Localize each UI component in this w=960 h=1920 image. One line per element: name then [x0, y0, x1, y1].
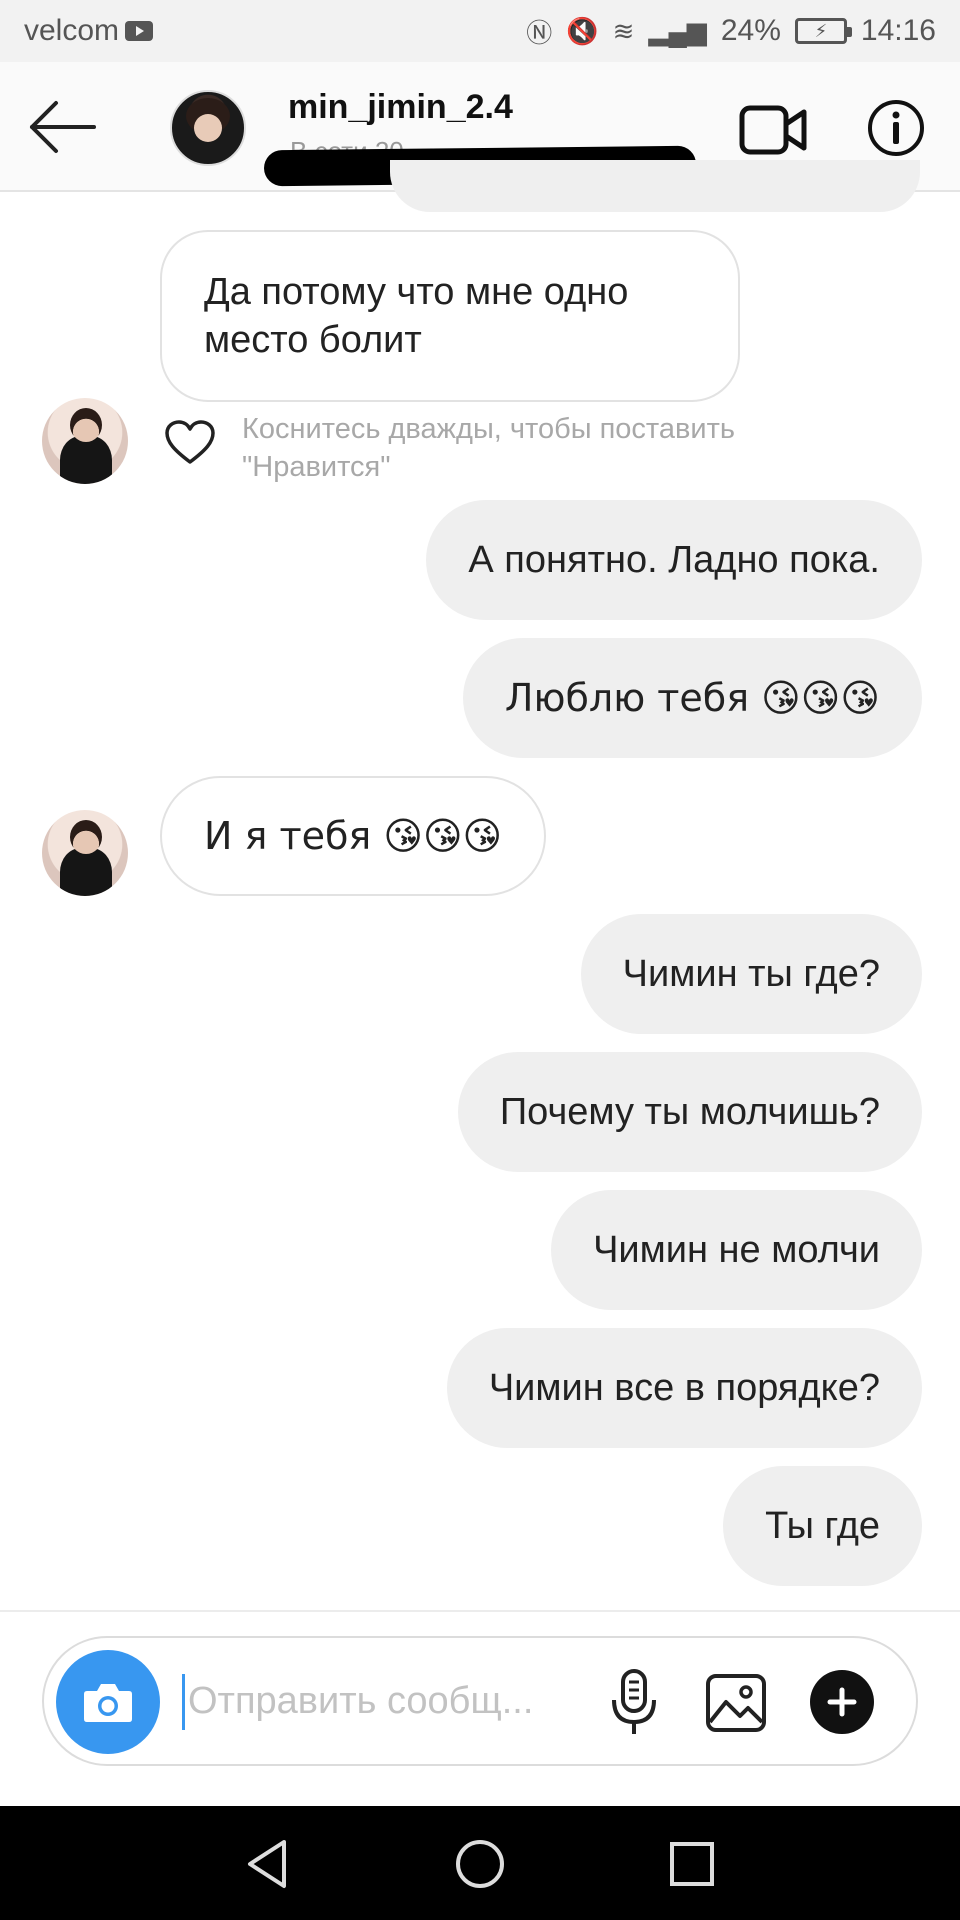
heart-icon[interactable] [164, 420, 216, 466]
plus-icon [827, 1687, 857, 1717]
back-arrow-icon[interactable] [28, 97, 98, 157]
message-text: Чимин все в порядке? [488, 1367, 880, 1409]
microphone-icon[interactable] [604, 1668, 664, 1738]
nav-home-icon[interactable] [452, 1836, 508, 1892]
video-call-icon[interactable] [738, 102, 808, 158]
composer-divider [0, 1610, 960, 1612]
mute-icon: 🔇 [566, 15, 599, 46]
image-icon[interactable] [704, 1672, 768, 1734]
message-bubble-cutoff [390, 160, 920, 212]
header-avatar[interactable] [170, 90, 246, 166]
chat-username[interactable]: min_jimin_2.4 [288, 88, 513, 127]
message-bubble-incoming[interactable]: Да потому что мне одно место болит [160, 230, 740, 402]
nav-recents-icon[interactable] [664, 1836, 720, 1892]
clock: 14:16 [860, 14, 936, 47]
message-text: Ты где [765, 1505, 880, 1547]
message-bubble-outgoing[interactable]: Ты где [723, 1466, 922, 1586]
carrier-label: velcom [24, 14, 120, 47]
battery-icon: ⚡ [794, 18, 852, 44]
plus-button[interactable] [810, 1670, 874, 1734]
status-right: Ⓝ 🔇 ≋ ▂▄▆ 24% ⚡ 14:16 [526, 13, 936, 50]
message-bubble-outgoing[interactable]: Чимин все в порядке? [446, 1328, 922, 1448]
message-text: Да потому что мне одно место болит [204, 271, 629, 361]
message-bubble-incoming[interactable]: И я тебя 😘😘😘 [160, 776, 547, 896]
nav-back-icon[interactable] [240, 1836, 296, 1892]
nfc-icon: Ⓝ [526, 17, 553, 48]
status-bar: velcom Ⓝ 🔇 ≋ ▂▄▆ 24% ⚡ 14:16 [0, 0, 960, 62]
message-text: Почему ты молчишь? [499, 1091, 880, 1133]
message-text: И я тебя 😘😘😘 [204, 814, 503, 858]
camera-icon [84, 1684, 132, 1722]
message-text: Чимин ты где? [622, 953, 880, 995]
system-navigation-bar [0, 1806, 960, 1920]
wifi-icon: ≋ [612, 15, 635, 46]
sender-avatar[interactable] [42, 398, 128, 484]
message-composer [42, 1636, 918, 1766]
message-text: Люблю тебя 😘😘😘 [504, 676, 880, 720]
youtube-notification-icon [125, 21, 154, 41]
sender-avatar[interactable] [42, 810, 128, 896]
text-caret [182, 1674, 185, 1730]
message-input[interactable] [188, 1668, 608, 1734]
double-tap-like-hint: Коснитесь дважды, чтобы поставить "Нрави… [242, 413, 736, 483]
signal-icon: ▂▄▆ [648, 15, 707, 46]
message-text: Чимин не молчи [593, 1229, 880, 1271]
camera-button[interactable] [56, 1650, 160, 1754]
battery-percent: 24% [720, 14, 781, 47]
message-bubble-outgoing[interactable]: А понятно. Ладно пока. [426, 500, 922, 620]
message-bubble-outgoing[interactable]: Чимин ты где? [580, 914, 922, 1034]
message-text: А понятно. Ладно пока. [468, 539, 880, 581]
info-icon[interactable] [866, 98, 926, 158]
status-left: velcom [24, 14, 154, 48]
message-bubble-outgoing[interactable]: Люблю тебя 😘😘😘 [462, 638, 922, 758]
direct-message-screen: velcom Ⓝ 🔇 ≋ ▂▄▆ 24% ⚡ 14:16 min_jimin_2… [0, 0, 960, 1920]
message-bubble-outgoing[interactable]: Чимин не молчи [551, 1190, 922, 1310]
message-bubble-outgoing[interactable]: Почему ты молчишь? [457, 1052, 922, 1172]
